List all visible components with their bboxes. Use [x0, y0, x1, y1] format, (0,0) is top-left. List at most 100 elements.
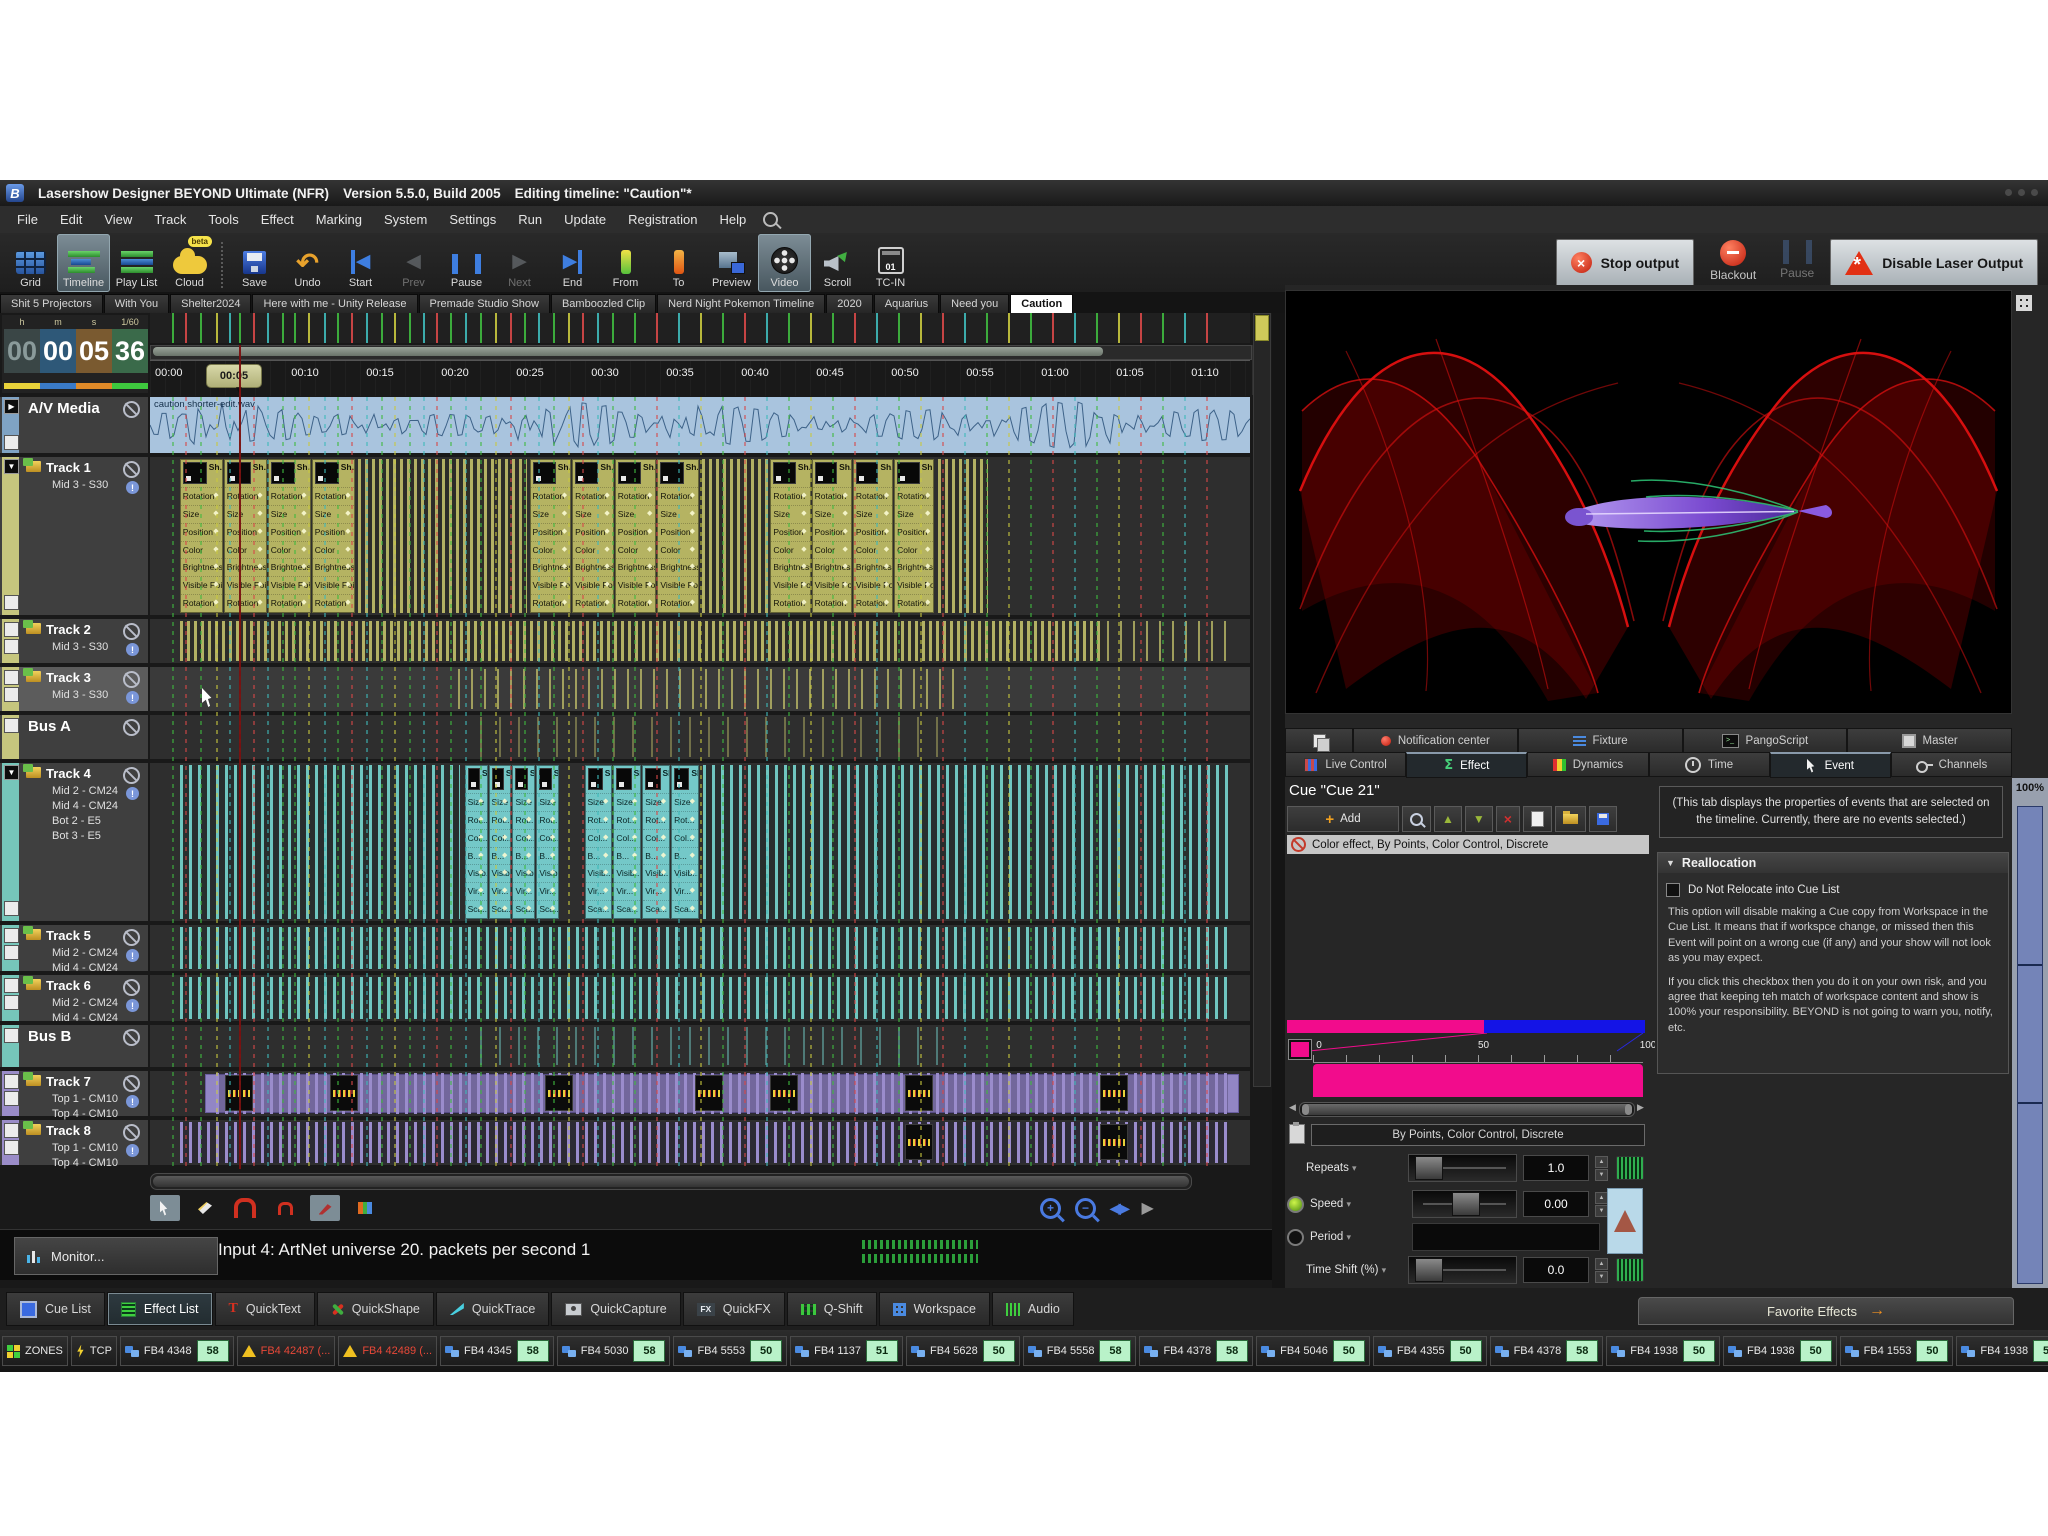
tab-dynamics[interactable]: Dynamics [1527, 752, 1648, 777]
prev-button[interactable]: ◀Prev [387, 234, 440, 292]
effect-clip[interactable]: Sh...RotationSizePositionColorBrightness… [615, 459, 657, 613]
no-entry-icon[interactable] [123, 1124, 140, 1141]
no-entry-icon[interactable] [123, 767, 140, 784]
shape-clip-thumbnail[interactable] [905, 1075, 933, 1111]
track-check-box-2[interactable] [4, 945, 19, 960]
tab-copy[interactable] [1285, 728, 1353, 753]
bottom-tab-q-shift[interactable]: Q-Shift [787, 1292, 877, 1326]
menu-file[interactable]: File [6, 208, 49, 231]
cloud-button[interactable]: betaCloud [163, 234, 216, 292]
menu-help[interactable]: Help [708, 208, 757, 231]
track-header-track-6[interactable]: Track 6Mid 2 - CM24Mid 4 - CM24! [0, 975, 148, 1021]
cursor-tool-button[interactable] [150, 1195, 180, 1221]
info-icon[interactable]: ! [126, 691, 139, 704]
track-check-box[interactable] [4, 622, 19, 637]
track-expand-box[interactable]: ▼ [4, 765, 19, 780]
track-content-track-5[interactable] [150, 925, 1250, 971]
track-header-track-2[interactable]: Track 2Mid 3 - S30! [0, 619, 148, 663]
color-swatch[interactable] [1289, 1040, 1311, 1059]
magnet-sm-tool-button[interactable] [270, 1195, 300, 1221]
search-button[interactable] [1402, 806, 1431, 832]
timeline-tab-shelter2024[interactable]: Shelter2024 [170, 294, 251, 313]
effect-clip[interactable]: Sh...SizeRot...Col...B...Visib...Vir...S… [489, 765, 512, 919]
fb-device-chip[interactable]: FB4 434858 [120, 1336, 234, 1366]
menu-view[interactable]: View [93, 208, 143, 231]
shape-clip-thumbnail[interactable] [1100, 1075, 1128, 1111]
slider-handle[interactable] [1452, 1192, 1480, 1216]
param-label[interactable]: Period ▾ [1310, 1231, 1406, 1243]
fb-device-chip[interactable]: FB4 193850 [1606, 1336, 1720, 1366]
track-check-box[interactable] [4, 1123, 19, 1138]
video-button[interactable]: Video [758, 234, 811, 292]
menu-edit[interactable]: Edit [49, 208, 93, 231]
effect-clip[interactable]: Sh...RotationSizePositionColorBrightness… [853, 459, 893, 613]
track-header-bus-a[interactable]: Bus A [0, 715, 148, 759]
menu-marking[interactable]: Marking [305, 208, 373, 231]
preview-zoom-strip[interactable]: 100% [2012, 778, 2048, 1288]
monitor-button[interactable]: Monitor... [14, 1237, 218, 1275]
menu-track[interactable]: Track [143, 208, 197, 231]
fb-device-chip[interactable]: FB4 555350 [673, 1336, 787, 1366]
timeline-zoom-in-button[interactable]: + [1040, 1198, 1061, 1219]
shape-clip-thumbnail[interactable] [695, 1075, 723, 1111]
fb-device-chip[interactable]: FB4 193850 [1956, 1336, 2048, 1366]
timeline-vertical-scrollbar[interactable] [1253, 313, 1271, 1087]
wave-icon[interactable] [1616, 1156, 1644, 1180]
track-check-box[interactable] [4, 670, 19, 685]
track-expand-box[interactable]: ▶ [4, 399, 19, 414]
fb-device-chip[interactable]: FB4 434558 [440, 1336, 554, 1366]
effect-clip[interactable]: Sh...RotationSizePositionColorBrightness… [894, 459, 934, 613]
no-entry-icon[interactable] [123, 671, 140, 688]
menu-registration[interactable]: Registration [617, 208, 708, 231]
track-content-track-7[interactable]: ShapeShapeShape [150, 1071, 1250, 1116]
pause-button[interactable]: Pause [1772, 240, 1822, 286]
tab-pangoscript[interactable]: >_PangoScript [1683, 728, 1848, 753]
no-entry-icon[interactable] [123, 719, 140, 736]
effect-clip[interactable]: Sh...RotationSizePositionColorBrightness… [268, 459, 311, 613]
preview-button[interactable]: Preview [705, 234, 758, 292]
track-header-track-3[interactable]: Track 3Mid 3 - S30! [0, 667, 148, 711]
bottom-tab-quickfx[interactable]: FXQuickFX [683, 1292, 785, 1326]
fb-device-chip[interactable]: FB4 503058 [557, 1336, 671, 1366]
add-effect-button[interactable]: +Add [1287, 806, 1399, 832]
radio-period[interactable] [1287, 1229, 1304, 1246]
fb-device-chip[interactable]: FB4 504650 [1256, 1336, 1370, 1366]
fb-device-chip[interactable]: FB4 437858 [1490, 1336, 1604, 1366]
effect-clip[interactable]: Sh...SizeRot...Col...B...Visib...Vir...S… [465, 765, 488, 919]
bottom-tab-quickcapture[interactable]: QuickCapture [551, 1292, 680, 1326]
track-check-box-2[interactable] [4, 687, 19, 702]
track-check-box[interactable] [4, 901, 19, 916]
reallocation-header[interactable]: ▼ Reallocation [1658, 853, 2008, 873]
save-effect-button[interactable] [1589, 806, 1617, 832]
effect-clip[interactable]: Sh...RotationSizePositionColorBrightness… [572, 459, 614, 613]
favorite-effects-button[interactable]: Favorite Effects → [1638, 1297, 2014, 1325]
track-header-track-8[interactable]: Track 8Top 1 - CM10Top 4 - CM10! [0, 1120, 148, 1165]
fb-device-chip[interactable]: FB4 437858 [1139, 1336, 1253, 1366]
gradient-right-segment[interactable] [1484, 1020, 1645, 1033]
tcp-chip[interactable]: TCP [71, 1336, 117, 1366]
time-ruler[interactable]: 00:0000:0500:1000:1500:2000:2500:3000:35… [150, 360, 1250, 396]
bottom-tab-quicktext[interactable]: TQuickText [215, 1292, 315, 1326]
spin-down-icon[interactable]: ▼ [1595, 1271, 1608, 1283]
track-check-box-2[interactable] [4, 995, 19, 1010]
tab-master[interactable]: Master [1847, 728, 2012, 753]
menu-effect[interactable]: Effect [250, 208, 305, 231]
shape-clip-thumbnail[interactable] [905, 1124, 933, 1160]
param-label[interactable]: Repeats ▾ [1306, 1162, 1402, 1174]
param-slider[interactable] [1408, 1154, 1517, 1182]
delete-button[interactable]: × [1496, 806, 1520, 832]
start-button[interactable]: ◀Start [334, 234, 387, 292]
menu-run[interactable]: Run [507, 208, 553, 231]
track-content-track-3[interactable] [150, 667, 1250, 711]
effect-clip[interactable]: Sh...RotationSizePositionColorBrightness… [530, 459, 572, 613]
blackout-button[interactable]: Blackout [1702, 240, 1764, 286]
to-button[interactable]: To [652, 234, 705, 292]
effect-clip[interactable]: Sh...RotationSizePositionColorBrightness… [180, 459, 223, 613]
param-label[interactable]: Speed ▾ [1310, 1198, 1406, 1210]
bottom-tab-cue-list[interactable]: Cue List [6, 1292, 105, 1326]
track-header-bus-b[interactable]: Bus B [0, 1025, 148, 1067]
timeline-button[interactable]: Timeline [57, 234, 110, 292]
gradient-scroll-right-icon[interactable]: ▶ [1637, 1102, 1644, 1113]
param-label[interactable]: Time Shift (%) ▾ [1306, 1264, 1402, 1276]
end-button[interactable]: ▶End [546, 234, 599, 292]
